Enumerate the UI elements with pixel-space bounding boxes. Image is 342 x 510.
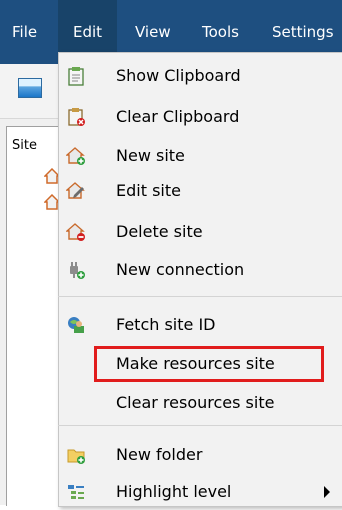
menu-item-label: Clear resources site <box>116 393 275 412</box>
menu-separator <box>58 425 342 426</box>
menu-item-new-connection[interactable]: New connection <box>58 252 342 288</box>
menu-item-label: Fetch site ID <box>116 315 216 334</box>
menu-item-label: New folder <box>116 445 203 464</box>
window-icon[interactable] <box>18 78 42 98</box>
menu-item-label: Delete site <box>116 222 203 241</box>
clipboard-icon <box>68 67 84 86</box>
highlight-level-icon <box>68 485 84 499</box>
menu-item-show-clipboard[interactable]: Show Clipboard <box>58 58 342 94</box>
submenu-arrow-icon <box>324 486 330 498</box>
menu-item-label: New site <box>116 146 185 165</box>
menu-item-clear-resources-site[interactable]: Clear resources site <box>58 385 342 421</box>
fetch-site-id-icon <box>68 317 84 333</box>
menu-item-delete-site[interactable]: Delete site <box>58 214 342 250</box>
menu-item-clear-clipboard[interactable]: Clear Clipboard <box>58 99 342 135</box>
menu-item-edit-site[interactable]: Edit site <box>58 173 342 209</box>
clear-clipboard-icon <box>68 108 85 126</box>
menu-item-new-site[interactable]: New site <box>58 138 342 174</box>
menu-separator <box>58 296 342 297</box>
new-site-icon <box>66 147 85 165</box>
delete-site-icon <box>66 223 85 241</box>
menu-item-label: Show Clipboard <box>116 66 241 85</box>
menu-item-fetch-site-id[interactable]: Fetch site ID <box>58 307 342 343</box>
menu-item-label: New connection <box>116 260 245 279</box>
menu-item-label: Edit site <box>116 181 181 200</box>
menu-item-new-folder[interactable]: New folder <box>58 437 342 473</box>
new-folder-icon <box>67 449 85 464</box>
site-panel-label: Site <box>12 138 37 153</box>
edit-site-icon <box>66 182 85 199</box>
annotation-highlight-box <box>94 346 324 382</box>
menu-file[interactable]: File <box>12 0 37 64</box>
menu-item-label: Clear Clipboard <box>116 107 240 126</box>
new-connection-icon <box>70 262 85 279</box>
